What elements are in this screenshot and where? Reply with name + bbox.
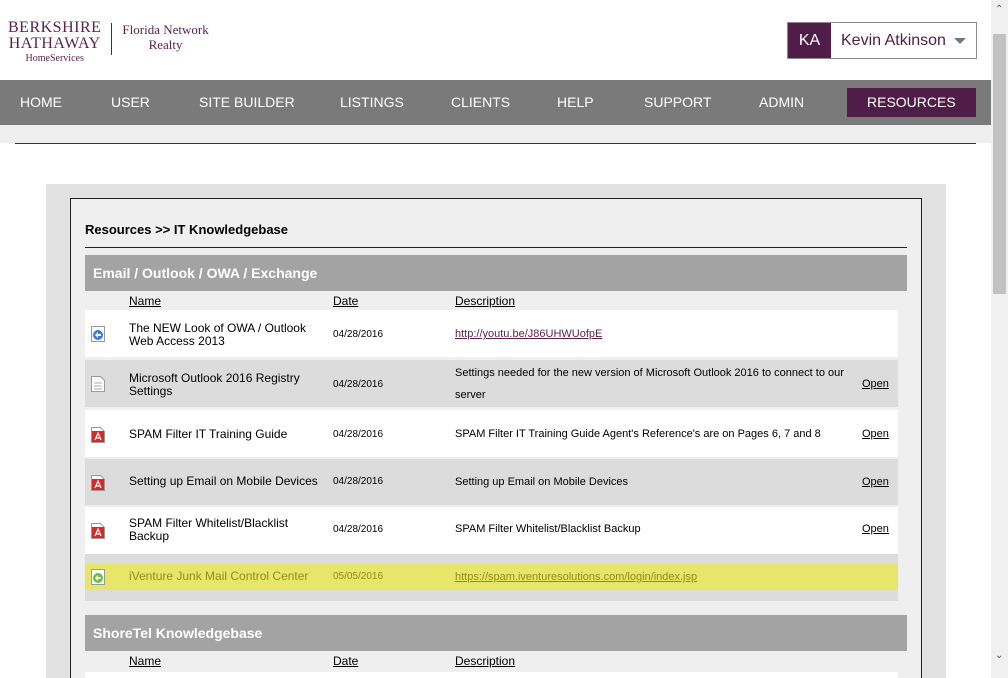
row-date: 04/28/2016 [333,329,384,340]
table-row: Setting up Email on Mobile Devices 04/28… [85,459,898,505]
row-date: 04/28/2016 [333,476,384,487]
web-link-icon [91,569,105,585]
logo-sub2: Realty [148,37,183,52]
table-row [85,672,898,678]
row-date: 05/05/2016 [333,571,384,582]
row-name[interactable]: iVenture Junk Mail Control Center [129,570,324,583]
pdf-icon [91,475,105,491]
document-icon [91,376,105,392]
row-name[interactable]: The NEW Look of OWA / Outlook Web Access… [129,322,324,348]
table-row: The NEW Look of OWA / Outlook Web Access… [85,310,898,357]
open-link[interactable]: Open [862,378,889,390]
row-link[interactable]: http://youtu.be/J86UHWUofpE [455,328,602,340]
logo-line3: HomeServices [25,53,84,64]
row-description: SPAM Filter Whitelist/Blacklist Backup [455,523,641,535]
scroll-up-icon[interactable]: ⌃ [995,4,1003,15]
pdf-icon [91,523,105,539]
row-description: http://youtu.be/J86UHWUofpE [455,323,855,345]
web-link-icon [91,326,105,342]
open-link[interactable]: Open [862,428,889,440]
table-row: SPAM Filter Whitelist/Blacklist Backup 0… [85,507,898,554]
breadcrumb-divider [85,247,907,248]
row-date: 04/28/2016 [333,379,384,390]
logo-wordmark: BERKSHIRE HATHAWAY HomeServices [8,20,101,65]
vertical-scrollbar[interactable]: ⌃ ⌄ [991,0,1008,678]
column-header-date[interactable]: Date [333,294,358,308]
row-name[interactable]: SPAM Filter IT Training Guide [129,428,324,441]
column-header-description[interactable]: Description [455,654,515,668]
row-description: Setting up Email on Mobile Devices [455,476,629,488]
nav-support[interactable]: SUPPORT [644,80,711,125]
column-header-date[interactable]: Date [333,654,358,668]
row-date: 04/28/2016 [333,524,384,535]
company-logo[interactable]: BERKSHIRE HATHAWAY HomeServices Florida … [8,20,209,65]
breadcrumb: Resources >> IT Knowledgebase [85,222,289,237]
column-header-name[interactable]: Name [129,654,161,668]
logo-divider [111,23,113,55]
logo-line2: HATHAWAY [8,35,101,52]
header-divider [15,143,976,144]
nav-resources[interactable]: RESOURCES [847,88,976,117]
row-name[interactable]: Setting up Email on Mobile Devices [129,475,324,488]
table-row: Microsoft Outlook 2016 Registry Settings… [85,360,898,407]
nav-clients[interactable]: CLIENTS [451,80,510,125]
user-name: Kevin Atkinson [841,31,946,49]
scroll-down-icon[interactable]: ⌄ [995,650,1003,661]
user-menu-dropdown[interactable]: KA Kevin Atkinson [787,22,977,59]
row-name[interactable]: Microsoft Outlook 2016 Registry Settings [129,372,324,398]
scrollbar-thumb[interactable] [993,34,1006,294]
section-header-email: Email / Outlook / OWA / Exchange [85,255,907,291]
section-header-shoretel: ShoreTel Knowledgebase [85,615,907,651]
row-link[interactable]: https://spam.iventuresolutions.com/login… [455,571,697,583]
logo-sub1: Florida Network [122,22,209,37]
nav-listings[interactable]: LISTINGS [340,80,404,125]
logo-subtitle: Florida Network Realty [122,20,208,52]
caret-down-icon [954,37,966,44]
column-header-name[interactable]: Name [129,294,161,308]
row-name[interactable]: SPAM Filter Whitelist/Blacklist Backup [129,517,324,543]
table-row: SPAM Filter IT Training Guide 04/28/2016… [85,410,898,457]
main-nav: HOME USER SITE BUILDER LISTINGS CLIENTS … [0,80,991,125]
nav-admin[interactable]: ADMIN [759,80,804,125]
sub-nav-strip [0,125,991,143]
nav-site-builder[interactable]: SITE BUILDER [199,80,295,125]
pdf-icon [91,427,105,443]
row-description: https://spam.iventuresolutions.com/login… [455,566,855,588]
open-link[interactable]: Open [862,523,889,535]
row-description: SPAM Filter IT Training Guide Agent's Re… [455,428,821,440]
column-header-description[interactable]: Description [455,294,515,308]
nav-user[interactable]: USER [111,80,150,125]
nav-help[interactable]: HELP [557,80,594,125]
open-link[interactable]: Open [862,476,889,488]
user-avatar: KA [788,23,831,58]
nav-home[interactable]: HOME [20,80,62,125]
logo-line1: BERKSHIRE [8,19,102,36]
row-date: 04/28/2016 [333,429,384,440]
table-row-highlighted: iVenture Junk Mail Control Center 05/05/… [85,564,898,590]
row-description: Settings needed for the new version of M… [455,367,844,401]
